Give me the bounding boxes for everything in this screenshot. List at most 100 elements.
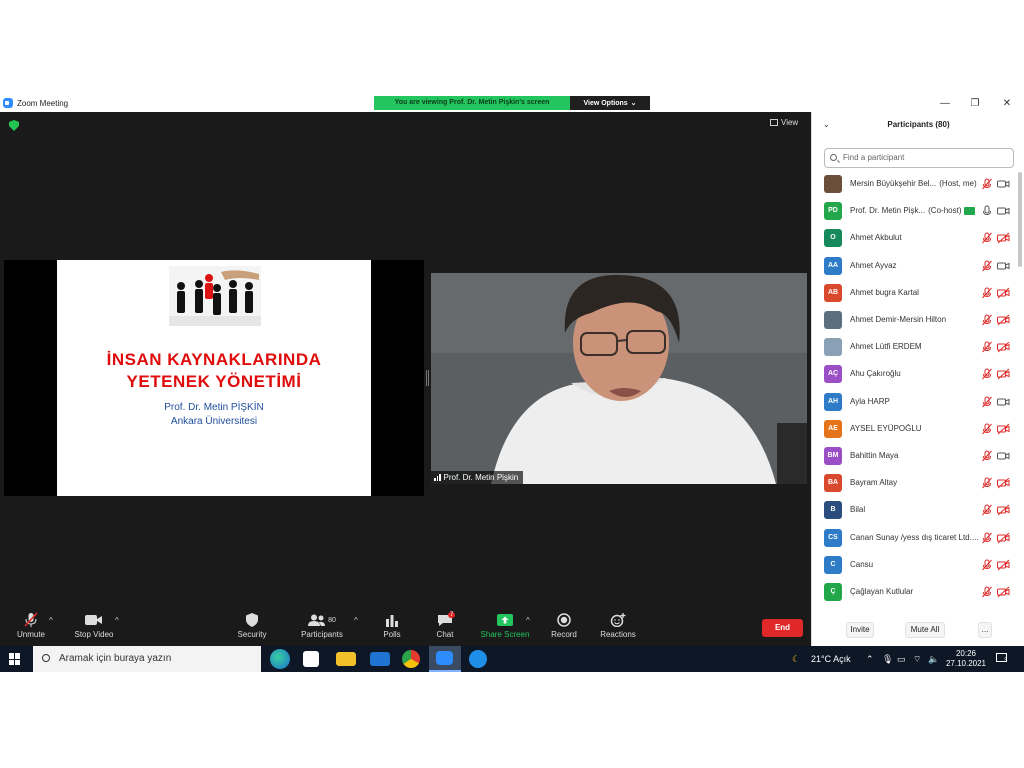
participant-name-area: Ahmet Demir-Mersin Hilton <box>850 315 980 324</box>
mail-icon[interactable] <box>370 652 390 666</box>
video-options-caret[interactable]: ^ <box>115 616 119 625</box>
participant-list-scrollbar[interactable] <box>1018 172 1022 267</box>
share-screen-label: Share Screen <box>480 630 530 639</box>
taskbar-search-box[interactable]: Aramak için buraya yazın <box>33 646 261 672</box>
share-screen-button[interactable]: Share Screen <box>478 612 532 639</box>
participant-name-area: Bahittin Maya <box>850 451 980 460</box>
close-button[interactable]: ✕ <box>992 96 1022 112</box>
view-button[interactable]: View <box>770 118 798 127</box>
video-off-icon <box>997 586 1010 598</box>
window-title-area: Zoom Meeting <box>3 98 68 108</box>
participant-row[interactable]: AÇ Ahu Çakıroğlu <box>812 362 1017 389</box>
video-camera-icon <box>997 262 1010 270</box>
participant-row[interactable]: CS Canan Sunay /yess dış ticaret Ltd.... <box>812 526 1017 553</box>
participant-name: Canan Sunay /yess dış ticaret Ltd.... <box>850 532 979 542</box>
invite-button[interactable]: Invite <box>846 622 874 638</box>
windows-start-icon[interactable] <box>9 653 21 665</box>
muted-mic-icon <box>982 423 992 435</box>
participant-row[interactable]: BA Bayram Altay <box>812 471 1017 498</box>
microsoft-store-icon[interactable] <box>303 651 319 667</box>
zoom-taskbar-button[interactable] <box>429 646 461 672</box>
security-button[interactable]: Security <box>234 612 270 639</box>
participant-name: Cansu <box>850 559 874 569</box>
polls-icon <box>386 614 398 627</box>
view-options-button[interactable]: View Options ⌄ <box>570 96 650 110</box>
microphone-tray-icon[interactable]: 🎙 <box>882 646 893 672</box>
file-explorer-icon[interactable] <box>336 652 356 666</box>
tray-chevron-icon[interactable]: ⌃ <box>866 646 874 672</box>
unmute-button[interactable]: Unmute <box>12 612 50 639</box>
reactions-button[interactable]: Reactions <box>598 612 638 639</box>
taskbar-clock[interactable]: 20:26 27.10.2021 <box>944 649 988 669</box>
participant-row[interactable]: O Ahmet Akbulut <box>812 226 1017 253</box>
internet-explorer-icon[interactable] <box>469 650 487 668</box>
video-camera-icon <box>997 398 1010 406</box>
participant-row[interactable]: AE AYSEL EYÜPOĞLU <box>812 417 1017 444</box>
network-icon[interactable]: ⌔ <box>913 646 921 672</box>
slide-author: Prof. Dr. Metin PİŞKİN <box>164 402 264 413</box>
search-icon <box>42 654 50 662</box>
stop-video-button[interactable]: Stop Video <box>70 612 118 639</box>
avatar <box>824 175 842 193</box>
participant-name-area: Mersin Büyükşehir Bel... (Host, me) <box>850 179 980 188</box>
participant-name-area: Prof. Dr. Metin Pişk... (Co-host) <box>850 206 980 215</box>
muted-mic-icon <box>982 504 992 516</box>
muted-mic-icon <box>982 260 992 271</box>
end-meeting-button[interactable]: End <box>762 619 803 637</box>
participant-name-area: Bilal <box>850 505 980 514</box>
mute-all-button[interactable]: Mute All <box>905 622 945 638</box>
view-label: View <box>781 118 799 127</box>
participant-role: (Co-host) <box>928 206 962 216</box>
participant-row[interactable]: Ahmet Demir-Mersin Hilton <box>812 308 1017 335</box>
participant-row[interactable]: Ç Çağlayan Kutlular <box>812 580 1017 607</box>
taskbar-search-placeholder: Aramak için buraya yazın <box>59 653 172 664</box>
participant-name: Ahmet Akbulut <box>850 233 902 243</box>
minimize-button[interactable]: — <box>930 96 960 112</box>
muted-mic-icon <box>982 287 992 299</box>
viewing-screen-label: You are viewing Prof. Dr. Metin Pişkin's… <box>374 96 570 110</box>
muted-mic-icon <box>982 368 992 380</box>
participant-row[interactable]: AA Ahmet Ayvaz <box>812 254 1017 281</box>
participant-row[interactable]: B Bilal <box>812 498 1017 525</box>
chrome-icon[interactable] <box>402 650 420 668</box>
muted-mic-icon <box>982 477 992 489</box>
split-resize-handle[interactable] <box>426 370 429 386</box>
participant-row[interactable]: PD Prof. Dr. Metin Pişk... (Co-host) <box>812 199 1017 226</box>
security-label: Security <box>237 630 267 639</box>
participant-row[interactable]: C Cansu <box>812 553 1017 580</box>
participant-name: Mersin Büyükşehir Bel... <box>850 179 937 188</box>
avatar: CS <box>824 528 842 547</box>
maximize-button[interactable]: ❐ <box>960 96 990 112</box>
video-off-icon <box>997 477 1010 489</box>
share-options-caret[interactable]: ^ <box>526 616 530 625</box>
participant-row[interactable]: BM Bahittin Maya <box>812 444 1017 471</box>
record-button[interactable]: Record <box>548 612 580 639</box>
participant-name-area: Ahmet Akbulut <box>850 233 980 242</box>
participant-row[interactable]: AH Ayla HARP <box>812 390 1017 417</box>
participant-row[interactable]: Mersin Büyükşehir Bel... (Host, me) <box>812 172 1017 199</box>
polls-button[interactable]: Polls <box>378 612 406 639</box>
participants-icon <box>308 614 326 626</box>
meeting-toolbar: Unmute ^ Stop Video ^ Security 80 Partic… <box>0 608 811 646</box>
view-options-label: View Options <box>583 99 628 107</box>
zoom-logo-icon <box>3 98 13 108</box>
shared-screen: İNSAN KAYNAKLARINDA YETENEK YÖNETİMİ Pro… <box>4 260 424 496</box>
audio-options-caret[interactable]: ^ <box>49 616 53 625</box>
muted-mic-icon <box>982 341 992 353</box>
volume-icon[interactable]: 🔈 <box>928 646 939 672</box>
muted-mic-icon <box>982 396 992 407</box>
participant-row[interactable]: Ahmet Lütfi ERDEM <box>812 335 1017 362</box>
participants-options-caret[interactable]: ^ <box>354 616 358 625</box>
participant-row[interactable]: AB Ahmet bugra Kartal <box>812 281 1017 308</box>
participant-name: Bayram Altay <box>850 478 898 488</box>
battery-icon[interactable]: ▭ <box>897 646 906 672</box>
speaker-video[interactable]: Prof. Dr. Metin Pişkin <box>431 273 807 484</box>
weather-text[interactable]: 21°C Açık <box>811 646 867 672</box>
video-camera-icon <box>997 180 1010 188</box>
edge-browser-icon[interactable] <box>270 649 290 669</box>
weather-moon-icon[interactable]: ☾ <box>792 646 800 672</box>
more-options-button[interactable]: ... <box>978 622 992 638</box>
participants-button[interactable]: 80 Participants <box>298 612 346 639</box>
find-participant-input[interactable]: Find a participant <box>824 148 1014 168</box>
encryption-shield-icon[interactable] <box>9 120 19 131</box>
